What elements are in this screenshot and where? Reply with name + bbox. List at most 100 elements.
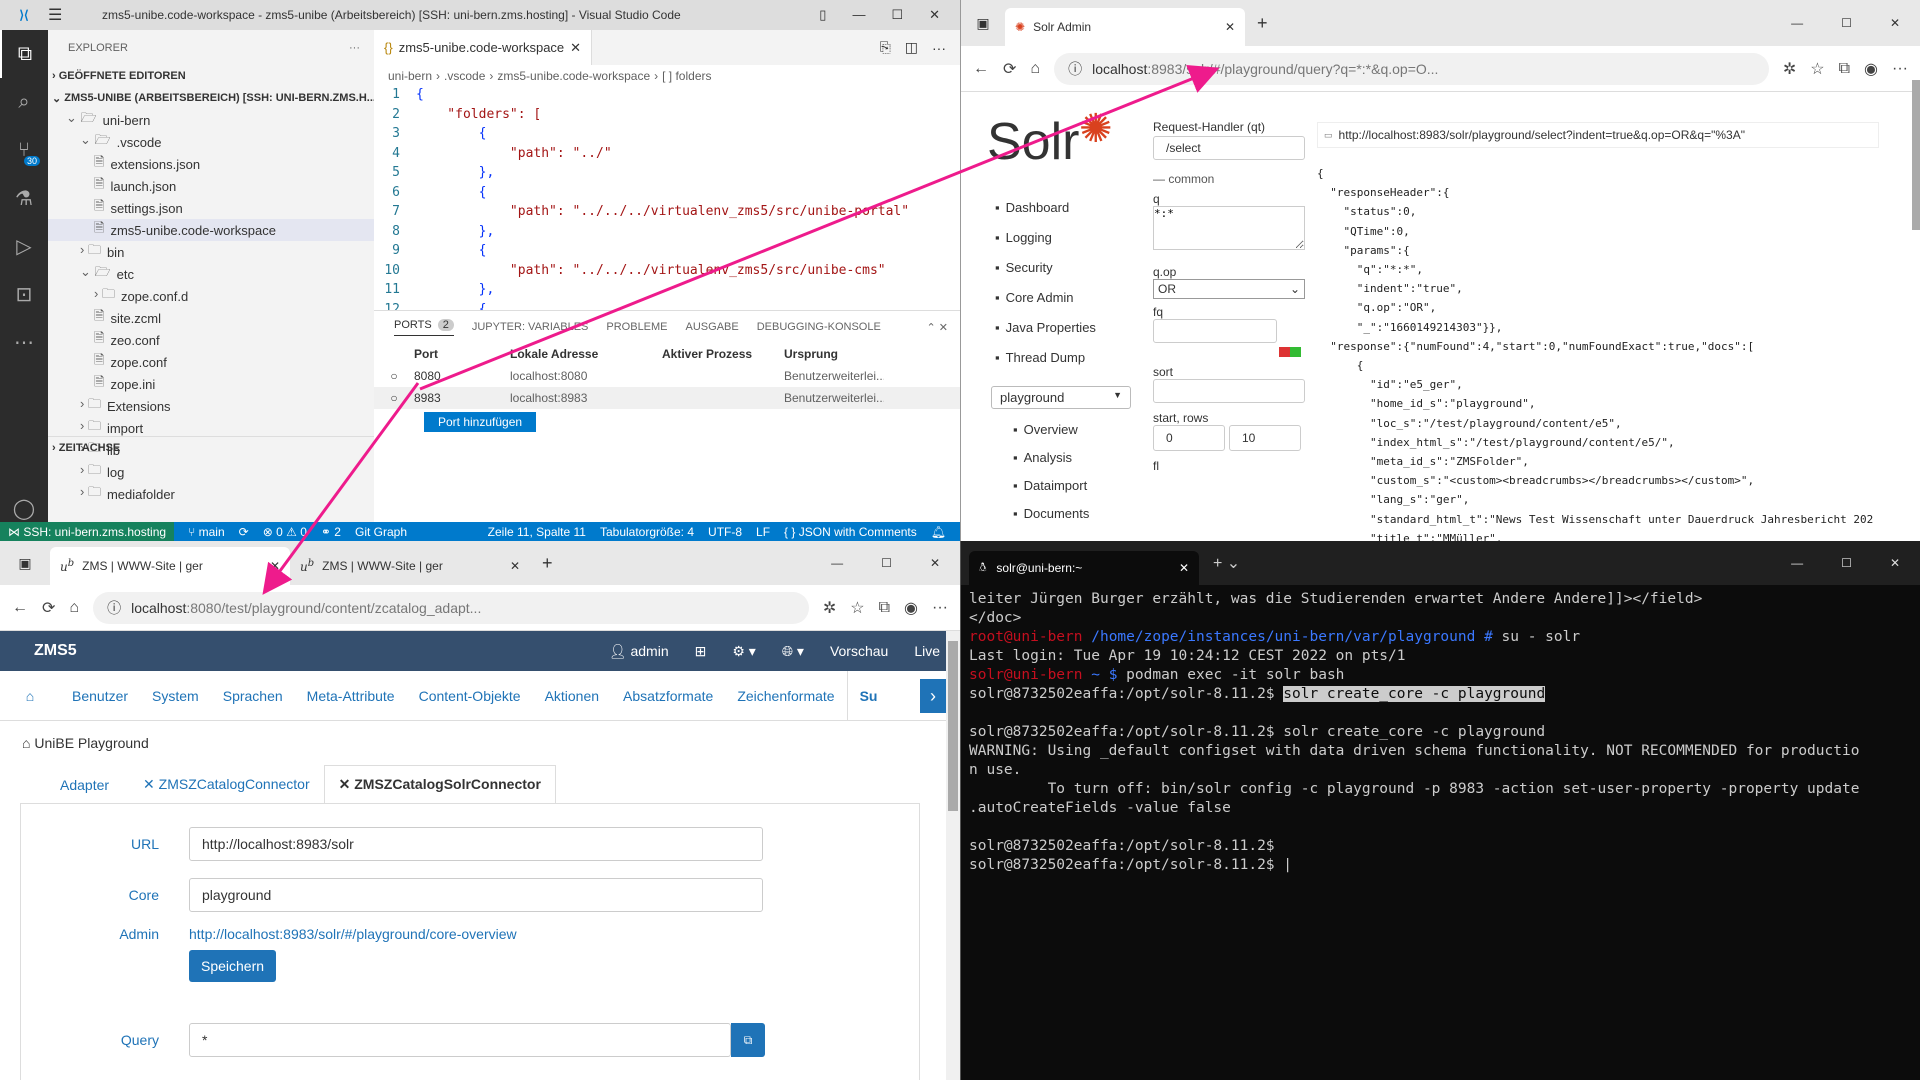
user-menu[interactable]: 👤︎ admin [609,643,669,660]
close-button[interactable]: ✕ [1890,556,1900,570]
zms-menu-item[interactable]: System [140,688,211,704]
tree-item[interactable]: 🗎︎ settings.json [48,197,374,219]
panel-tab[interactable]: PORTS 2 [394,318,454,336]
admin-link[interactable]: http://localhost:8983/solr/#/playground/… [189,926,517,942]
more-icon[interactable]: ··· [932,599,948,617]
live-link[interactable]: Live [914,643,940,659]
save-button[interactable]: Speichern [189,950,277,982]
close-tab-icon[interactable]: ✕ [1225,20,1235,34]
url-field[interactable] [189,827,763,861]
core-nav-analysis[interactable]: ▪ Analysis [1013,443,1111,471]
branch-status[interactable]: ⑂ main [188,525,225,539]
fq-input[interactable] [1153,319,1277,343]
solr-nav-dashboard[interactable]: ▪ Dashboard [995,192,1111,222]
breadcrumb-item[interactable]: zms5-unibe.code-workspace [497,69,650,83]
tab-actions-icon[interactable]: ▣ [0,555,50,572]
core-nav-overview[interactable]: ▪ Overview [1013,415,1111,443]
add-remove-fq-icon[interactable] [1279,347,1301,357]
extension-icon[interactable]: ✲ [823,598,836,618]
cursor-position[interactable]: Zeile 11, Spalte 11 [488,525,586,539]
menu-scroll-right-icon[interactable]: › [920,679,946,713]
back-icon[interactable]: ← [12,599,28,617]
zms-menu-item[interactable]: Benutzer [60,688,140,704]
rows-input[interactable] [1229,425,1301,451]
zms-brand[interactable]: ZMS5 [34,642,77,660]
url-input[interactable]: ⓘ localhost:8080/test/playground/content/… [93,591,809,624]
minimize-button[interactable]: — [1791,16,1803,30]
solr-nav-security[interactable]: ▪ Security [995,252,1111,282]
more-icon[interactable]: ⋯ [0,318,48,366]
terminal-output[interactable]: leiter Jürgen Burger erzählt, was die St… [961,585,1920,876]
code-view[interactable]: 1{2 "folders": [3 {4 "path": "../" 5 }, 6 … [374,87,960,321]
explorer-icon[interactable]: ⧉ [0,30,48,78]
external-link-icon[interactable]: ⧉ [731,1023,765,1057]
add-port-button[interactable]: Port hinzufügen [424,412,537,432]
timeline-section[interactable]: › ZEITACHSE [48,436,374,458]
zms-menu-item[interactable]: Content-Objekte [407,688,533,704]
panel-controls[interactable]: ⌃ ✕ [927,321,961,334]
editor-tab[interactable]: {} zms5-unibe.code-workspace ✕ [374,30,593,65]
url-input[interactable]: ⓘ localhost:8983/solr/#/playground/query?… [1054,52,1769,85]
core-nav-dataimport[interactable]: ▪ Dataimport [1013,471,1111,499]
maximize-button[interactable]: ☐ [881,556,892,570]
tab-zcatalog[interactable]: ✕ ZMSZCatalogConnector [129,766,324,803]
menu-icon[interactable]: ☰ [48,5,88,25]
maximize-button[interactable]: ☐ [1841,16,1852,30]
refresh-icon[interactable]: ⟳ [42,598,55,618]
collections-icon[interactable]: ⧉ [879,599,890,617]
remote-explorer-icon[interactable]: ⊡ [0,270,48,318]
close-tab-icon[interactable]: ✕ [1179,561,1189,575]
panel-tab[interactable]: AUSGABE [686,321,739,333]
open-changes-icon[interactable]: ⎘ [880,39,891,56]
panel-tab[interactable]: PROBLEME [606,321,667,333]
sort-input[interactable] [1153,379,1305,403]
solr-tab[interactable]: ✺ Solr Admin ✕ [1005,8,1245,46]
tab-actions-icon[interactable]: ▣ [961,15,1005,32]
solr-nav-thread-dump[interactable]: ▪ Thread Dump [995,342,1111,372]
tab-size[interactable]: Tabulatorgröße: 4 [600,525,694,539]
solr-nav-logging[interactable]: ▪ Logging [995,222,1111,252]
zms-menu-item[interactable]: Meta-Attribute [295,688,407,704]
start-input[interactable] [1153,425,1225,451]
breadcrumb-item[interactable]: .vscode [444,69,485,83]
port-row[interactable]: ○ 8080 localhost:8080 Benutzerweiterlei... [374,365,960,387]
source-control-icon[interactable]: ⑂ 30 [0,126,48,174]
notifications-icon[interactable]: 🔔︎ [931,525,960,539]
profile-icon[interactable]: ◉ [1864,59,1878,79]
tree-item[interactable]: 🗎︎ zms5-unibe.code-workspace [48,219,374,241]
close-tab-icon[interactable]: ✕ [570,40,581,56]
tree-item[interactable]: › 🗀︎ mediafolder [48,483,374,505]
close-button[interactable]: ✕ [1890,16,1900,30]
favorites-icon[interactable]: ☆ [850,598,864,618]
split-editor-icon[interactable]: ◫ [905,39,918,56]
remote-indicator[interactable]: ⋈ SSH: uni-bern.zms.hosting [0,522,175,541]
new-tab-button[interactable]: + ⌄ [1213,553,1240,573]
minimize-button[interactable]: — [1791,556,1803,570]
core-selector[interactable]: playground ▼ [991,386,1131,409]
query-field[interactable] [189,1023,731,1057]
tree-item[interactable]: ⌄ 🗁︎ etc [48,263,374,285]
more-icon[interactable]: ··· [1892,60,1908,78]
panel-tab[interactable]: JUPYTER: VARIABLES [472,321,589,333]
language-globe-icon[interactable]: 🌐︎ ▾ [782,643,804,660]
maximize-button[interactable]: ☐ [1841,556,1852,570]
testing-icon[interactable]: ⚗ [0,174,48,222]
tree-item[interactable]: › 🗀︎ bin [48,241,374,263]
q-input[interactable]: *:* [1153,206,1305,250]
minimize-button[interactable]: — [852,7,865,23]
zms-menu-item[interactable]: Absatzformate [611,688,725,704]
open-editors-section[interactable]: › GEÖFFNETE EDITOREN [48,65,374,87]
layout-icon[interactable]: ▯ [819,7,826,23]
home-icon[interactable]: ⌂ [1030,60,1040,78]
tree-item[interactable]: 🗎︎ zeo.conf [48,329,374,351]
scrollbar[interactable] [1912,80,1920,230]
run-debug-icon[interactable]: ▷ [0,222,48,270]
favorites-icon[interactable]: ☆ [1810,59,1824,79]
close-button[interactable]: ✕ [930,556,940,570]
tree-item[interactable]: 🗎︎ extensions.json [48,153,374,175]
scrollbar[interactable] [946,631,960,1080]
maximize-button[interactable]: ☐ [891,7,903,23]
encoding[interactable]: UTF-8 [708,525,742,539]
zms-menu-item[interactable]: Su [846,671,890,720]
zms-menu-item[interactable]: Aktionen [533,688,611,704]
